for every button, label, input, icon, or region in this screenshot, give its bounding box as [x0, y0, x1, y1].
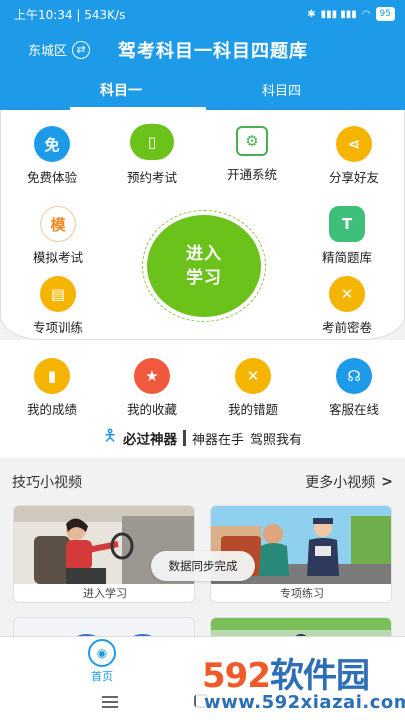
my-favorites-button[interactable]: ★ 我的收藏: [110, 358, 194, 418]
slogan-sub1: 神器在手: [192, 432, 245, 448]
enter-study-button[interactable]: 进入 学习: [142, 210, 266, 322]
watermark-url: www.592xiazai.com: [204, 692, 405, 713]
page-title: 驾考科目一科目四题库: [118, 41, 308, 62]
watermark-brand: 592软件园: [202, 648, 370, 697]
phone-icon: ▯: [130, 124, 174, 160]
watermark-number: 592: [202, 656, 271, 696]
more-videos-label: 更多小视频: [305, 475, 376, 491]
bluetooth-icon: ✱: [307, 8, 316, 20]
special-training-button[interactable]: ▤ 专项训练: [16, 276, 100, 336]
district-label: 东城区: [28, 44, 68, 59]
customer-service-button[interactable]: ☊ 客服在线: [312, 358, 396, 418]
video-section-title: 技巧小视频: [12, 475, 82, 491]
question-bank-label: 精简题库: [321, 250, 372, 265]
document-settings-icon: ⚙: [236, 126, 268, 156]
share-icon: ⋖: [336, 126, 372, 162]
nav-home[interactable]: ◉ 首页: [80, 639, 124, 684]
sync-toast: 数据同步完成: [151, 551, 255, 581]
headset-icon: ☊: [336, 358, 372, 394]
mock-icon: 模: [40, 206, 76, 242]
activate-system-label: 开通系统: [226, 167, 277, 182]
pre-exam-paper-button[interactable]: ✕ 考前密卷: [305, 276, 389, 336]
enter-study-line2: 学习: [186, 268, 222, 288]
battery-icon: 95: [375, 7, 395, 21]
menu-icon[interactable]: [102, 696, 118, 711]
watermark-text: 软件园: [269, 656, 370, 696]
bar-chart-icon: ▮: [34, 358, 70, 394]
status-time: 上午10:34 | 543K/s: [14, 7, 126, 22]
signal-icon: ▮▮▮ ▮▮▮: [320, 8, 357, 20]
my-favorites-label: 我的收藏: [126, 402, 177, 417]
my-scores-label: 我的成绩: [26, 402, 77, 417]
more-videos-link[interactable]: 更多小视频 >: [305, 472, 393, 492]
slogan-bar: 🯅 必过神器 神器在手 驾照我有: [0, 418, 405, 458]
pre-exam-paper-label: 考前密卷: [321, 320, 372, 335]
status-icons: ✱ ▮▮▮ ▮▮▮ ◠ 95: [307, 7, 395, 21]
special-training-label: 专项训练: [32, 320, 83, 335]
my-mistakes-label: 我的错题: [227, 402, 278, 417]
chevron-right-icon: >: [381, 474, 393, 490]
free-trial-button[interactable]: 免 免费体验: [10, 126, 94, 186]
video-section-header: 技巧小视频 更多小视频 >: [0, 466, 405, 498]
share-friends-label: 分享好友: [328, 170, 379, 185]
share-friends-button[interactable]: ⋖ 分享好友: [312, 126, 396, 186]
tab-subject-one[interactable]: 科目一: [100, 80, 142, 100]
free-trial-label: 免费体验: [26, 170, 77, 185]
slogan-main: 必过神器: [123, 432, 178, 448]
enter-study-line1: 进入: [186, 244, 222, 264]
person-icon: 🯅: [102, 425, 118, 445]
mock-exam-button[interactable]: 模 模拟考试: [16, 206, 100, 266]
district-selector[interactable]: 东城区 ⇄: [28, 40, 91, 59]
question-bank-icon: T: [329, 206, 365, 242]
notebook-icon: ▤: [40, 276, 76, 312]
subject-tabs: 科目一 科目四: [0, 70, 405, 110]
customer-service-label: 客服在线: [328, 402, 379, 417]
book-exam-button[interactable]: ▯ 预约考试: [110, 124, 194, 186]
slogan-sub2: 驾照我有: [250, 432, 303, 448]
book-exam-label: 预约考试: [126, 170, 177, 185]
free-icon: 免: [34, 126, 70, 162]
my-scores-button[interactable]: ▮ 我的成绩: [10, 358, 94, 418]
status-bar: 上午10:34 | 543K/s ✱ ▮▮▮ ▮▮▮ ◠ 95: [0, 0, 405, 28]
question-bank-button[interactable]: T 精简题库: [305, 206, 389, 266]
nav-home-label: 首页: [91, 670, 113, 683]
steering-wheel-icon: ◉: [88, 639, 116, 667]
wifi-icon: ◠: [361, 8, 371, 20]
close-x-icon: ✕: [329, 276, 365, 312]
star-icon: ★: [134, 358, 170, 394]
activate-system-button[interactable]: ⚙ 开通系统: [210, 126, 294, 183]
video-card-special-caption: 专项练习: [280, 587, 324, 600]
video-card-study-caption: 进入学习: [83, 587, 127, 600]
mock-exam-label: 模拟考试: [32, 250, 83, 265]
app-header: 东城区 ⇄ 驾考科目一科目四题库: [0, 28, 405, 70]
swap-icon: ⇄: [72, 40, 91, 59]
mistake-x-icon: ✕: [235, 358, 271, 394]
enter-study-circle: 进入 学习: [147, 215, 261, 317]
my-mistakes-button[interactable]: ✕ 我的错题: [211, 358, 295, 418]
tab-subject-four[interactable]: 科目四: [262, 80, 301, 99]
slogan-divider: [183, 430, 187, 446]
watermark-logo: 592软件园 www.592xiazai.com: [196, 646, 405, 720]
